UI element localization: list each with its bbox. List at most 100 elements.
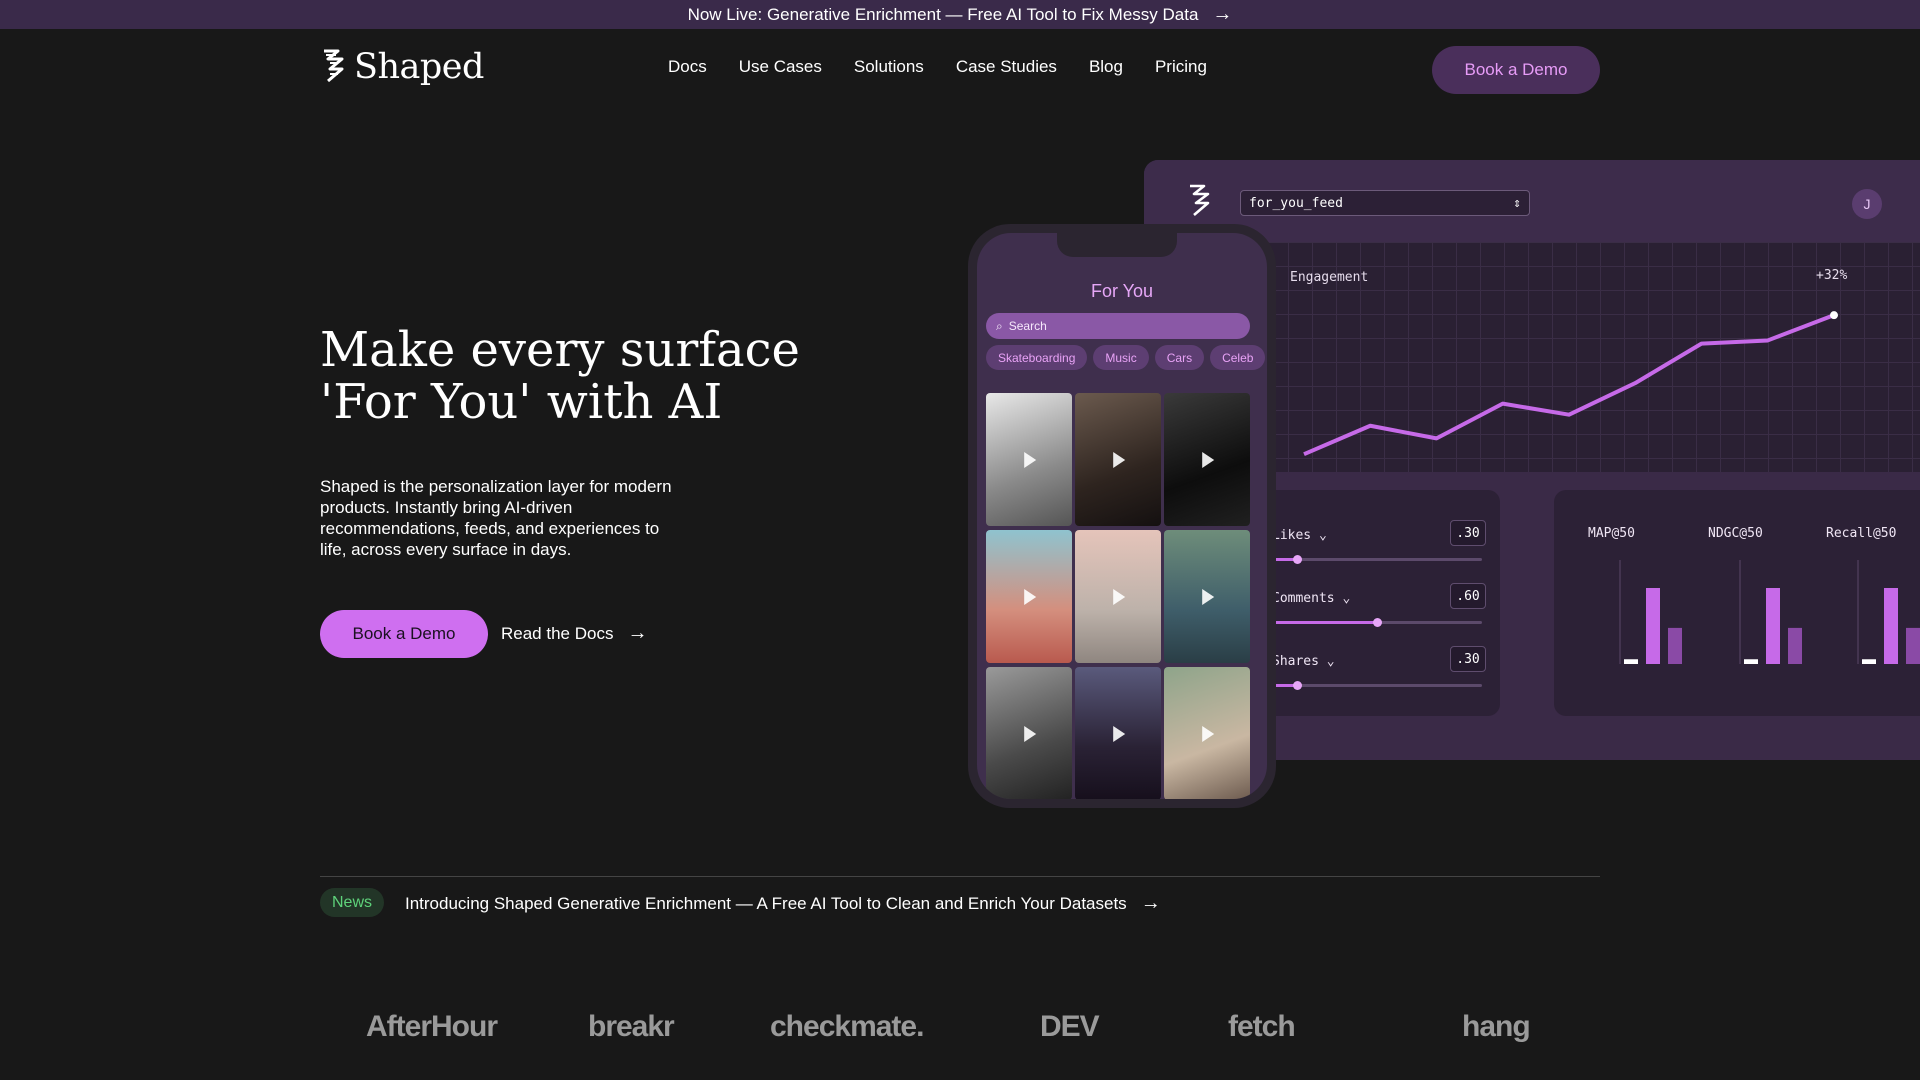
feed-selector-value: for_you_feed <box>1249 195 1343 211</box>
video-grid <box>986 393 1250 799</box>
main-menu: Docs Use Cases Solutions Case Studies Blog Pr… <box>668 57 1207 77</box>
arrow-right-icon: → <box>1140 892 1161 914</box>
video-tile-black-car[interactable] <box>1164 393 1250 526</box>
nav-link-blog[interactable]: Blog <box>1089 57 1123 77</box>
video-tile-skate-graffiti[interactable] <box>986 393 1072 526</box>
metric-title-1: NDGC@50 <box>1708 526 1763 541</box>
video-tile-vintage-car[interactable] <box>986 667 1072 799</box>
play-icon <box>1202 725 1215 742</box>
search-icon: ⌕ <box>996 318 1003 333</box>
engagement-delta: +32% <box>1816 268 1848 283</box>
customer-logo-dev: DEV <box>1040 1010 1100 1043</box>
slider-fill <box>1272 621 1377 624</box>
metrics-panel: MAP@50 NDGC@50 Recall@50 <box>1554 490 1920 716</box>
slider-track[interactable] <box>1272 555 1482 564</box>
customer-logos: AfterHour breakr checkmate. DEV fetch hang <box>0 1010 1920 1060</box>
metric-title-0: MAP@50 <box>1588 526 1635 541</box>
video-tile-selfie-woman[interactable] <box>1164 667 1250 799</box>
avatar[interactable]: J <box>1852 189 1882 219</box>
phone-mockup: For You ⌕ Search Skateboarding Music Cars C… <box>968 224 1276 808</box>
news-badge: News <box>320 888 384 917</box>
video-tile-skate-stairs[interactable] <box>1075 530 1161 663</box>
slider-track[interactable] <box>1272 681 1482 690</box>
play-icon <box>1113 725 1126 742</box>
top-nav: Shaped Docs Use Cases Solutions Case Studie… <box>0 29 1920 109</box>
nav-link-pricing[interactable]: Pricing <box>1155 57 1207 77</box>
chevron-updown-icon: ⇕ <box>1513 195 1521 211</box>
metric-bar-chart <box>1619 560 1682 664</box>
engagement-label: Engagement <box>1290 270 1369 285</box>
chip-music[interactable]: Music <box>1093 345 1149 370</box>
weight-label: Shares ⌄ <box>1272 654 1335 669</box>
shaped-logo-icon <box>1190 184 1210 216</box>
chip-cars[interactable]: Cars <box>1154 345 1205 370</box>
search-placeholder: Search <box>1008 319 1047 333</box>
weight-value-input[interactable]: .30 <box>1450 520 1486 546</box>
brand-logo[interactable]: Shaped <box>320 47 484 87</box>
news-link[interactable]: Introducing Shaped Generative Enrichment… <box>405 892 1161 915</box>
read-docs-link[interactable]: Read the Docs → <box>501 622 647 645</box>
phone-search-input[interactable]: ⌕ Search <box>986 313 1250 339</box>
metric-bar <box>1788 627 1802 664</box>
announcement-bar[interactable]: Now Live: Generative Enrichment — Free A… <box>0 0 1920 29</box>
metric-bar <box>1884 588 1898 664</box>
metric-bar <box>1744 659 1758 664</box>
play-icon <box>1202 451 1215 468</box>
customer-logo-breakr: breakr <box>588 1010 675 1043</box>
hero-title: Make every surface 'For You' with AI <box>320 322 800 430</box>
weight-value-input[interactable]: .60 <box>1450 583 1486 609</box>
metric-bar-chart <box>1739 560 1802 664</box>
nav-link-use-cases[interactable]: Use Cases <box>739 57 822 77</box>
arrow-right-icon: → <box>1212 3 1233 25</box>
metric-bar <box>1646 588 1660 664</box>
read-docs-label: Read the Docs <box>501 623 614 643</box>
phone-notch <box>1057 233 1177 257</box>
weight-label: Likes ⌄ <box>1272 528 1327 543</box>
metric-bar-chart <box>1857 560 1920 664</box>
play-icon <box>1113 588 1126 605</box>
metric-bar <box>1624 659 1638 664</box>
chip-skateboarding[interactable]: Skateboarding <box>986 345 1088 370</box>
feed-title: For You <box>1090 281 1154 301</box>
slider-handle[interactable] <box>1293 555 1303 564</box>
engagement-series <box>1303 313 1835 457</box>
news-headline: Introducing Shaped Generative Enrichment… <box>405 893 1127 913</box>
nav-link-case-studies[interactable]: Case Studies <box>956 57 1057 77</box>
weight-label: Comments ⌄ <box>1272 591 1351 606</box>
slider-handle[interactable] <box>1373 618 1382 627</box>
metric-title-2: Recall@50 <box>1826 526 1897 541</box>
feed-selector[interactable]: for_you_feed ⇕ <box>1240 190 1530 216</box>
metric-bar <box>1906 627 1920 664</box>
weight-value-input[interactable]: .30 <box>1450 646 1486 672</box>
nav-link-solutions[interactable]: Solutions <box>854 57 924 77</box>
metric-bar <box>1862 659 1876 664</box>
customer-logo-afterhour: AfterHour <box>366 1010 498 1043</box>
slider-track[interactable] <box>1272 618 1482 627</box>
customer-logo-checkmate: checkmate. <box>770 1010 924 1043</box>
nav-link-docs[interactable]: Docs <box>668 57 707 77</box>
customer-logo-fetch: fetch <box>1228 1010 1296 1043</box>
play-icon <box>1202 588 1215 605</box>
announcement-text[interactable]: Now Live: Generative Enrichment — Free A… <box>688 5 1199 25</box>
video-tile-night-portrait[interactable] <box>1075 667 1161 799</box>
arrow-right-icon: → <box>627 622 648 644</box>
play-icon <box>1024 725 1037 742</box>
metric-bar <box>1766 588 1780 664</box>
metric-bar <box>1668 627 1682 664</box>
shaped-logo-icon <box>324 49 344 83</box>
hero-description: Shaped is the personalization layer for … <box>320 477 672 559</box>
divider <box>320 876 1600 877</box>
play-icon <box>1024 588 1037 605</box>
chip-celeb[interactable]: Celeb <box>1210 345 1266 370</box>
book-demo-button[interactable]: Book a Demo <box>320 610 488 658</box>
customer-logo-hang: hang <box>1462 1010 1531 1043</box>
book-demo-nav-button[interactable]: Book a Demo <box>1432 46 1600 94</box>
slider-handle[interactable] <box>1293 681 1303 690</box>
engagement-point <box>1830 311 1838 320</box>
category-chips: Skateboarding Music Cars Celeb <box>986 345 1266 370</box>
video-tile-portrait-woman[interactable] <box>1075 393 1161 526</box>
video-tile-skater-ride[interactable] <box>1164 530 1250 663</box>
play-icon <box>1113 451 1126 468</box>
video-tile-skate-jump-sky[interactable] <box>986 530 1072 663</box>
play-icon <box>1024 451 1037 468</box>
